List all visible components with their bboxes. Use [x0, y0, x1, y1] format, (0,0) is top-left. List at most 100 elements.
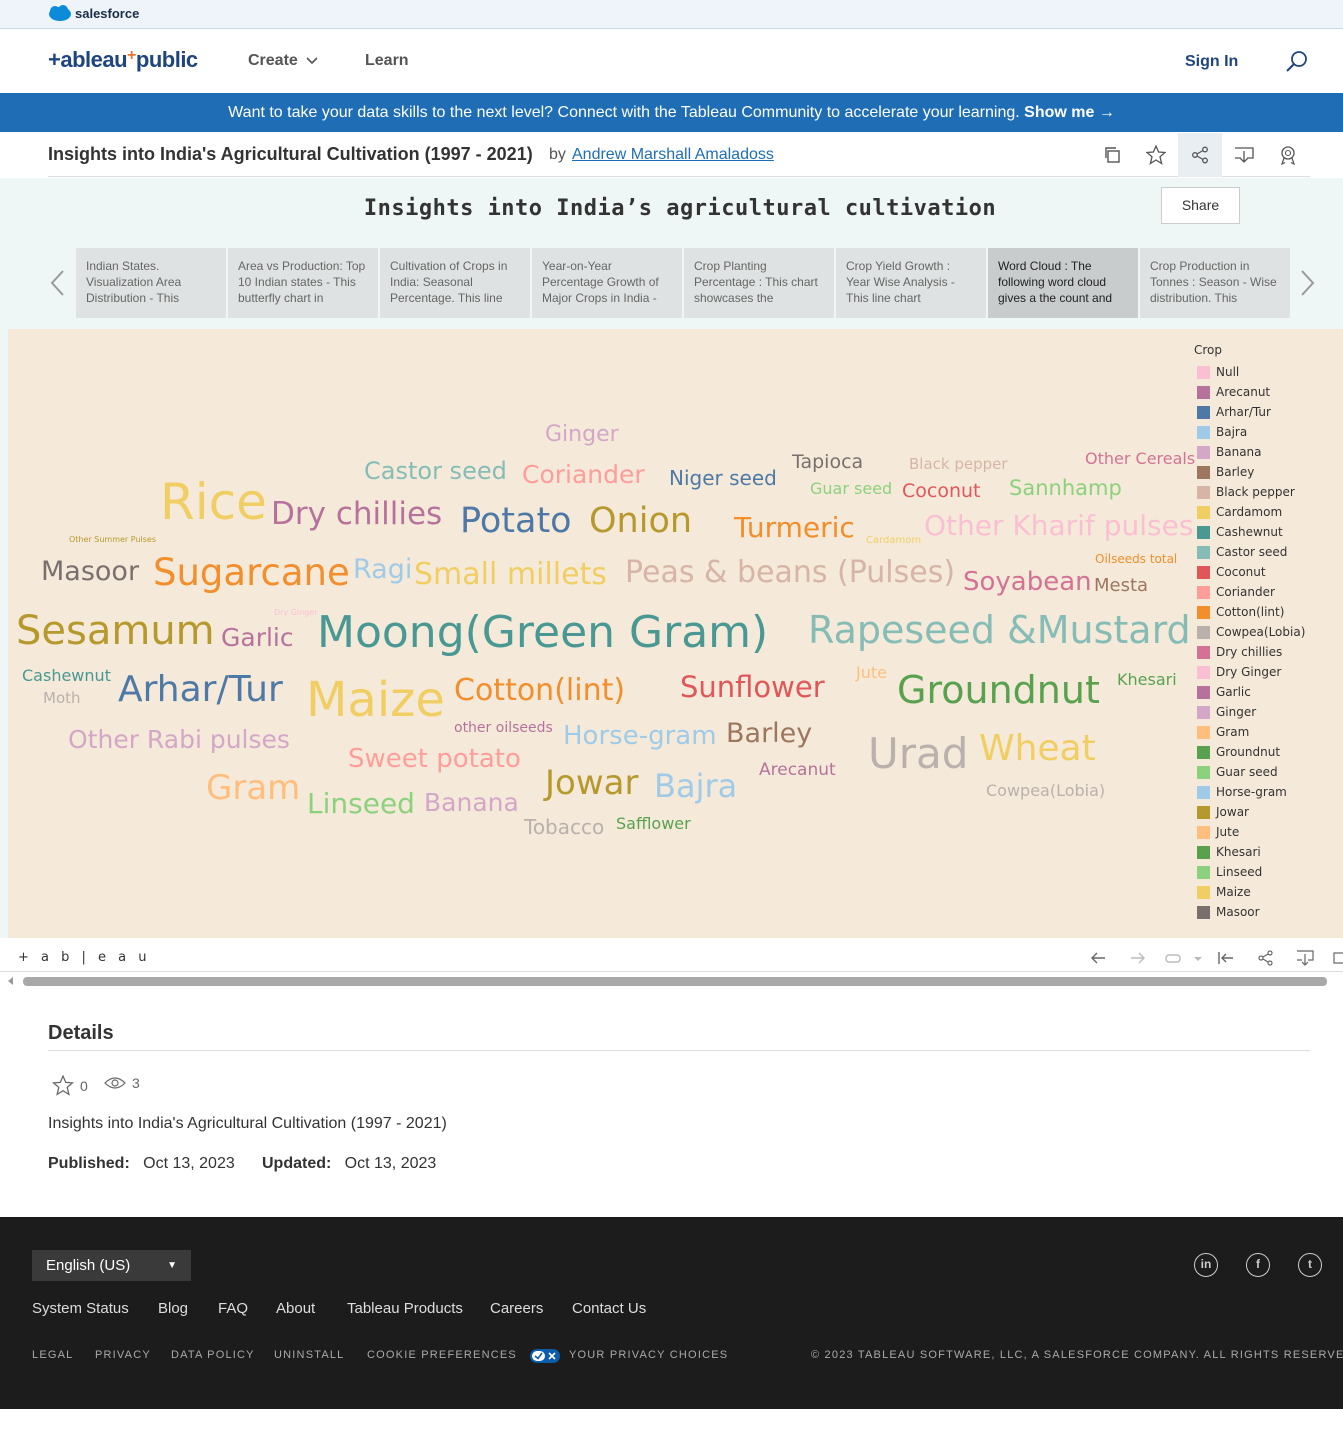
word-cloud-word[interactable]: Garlic: [221, 625, 294, 650]
word-cloud-word[interactable]: Other Cereals: [1085, 451, 1195, 467]
legend-item[interactable]: Barley: [1194, 462, 1343, 482]
word-cloud-word[interactable]: Onion: [589, 504, 692, 539]
word-cloud-word[interactable]: Gram: [206, 771, 300, 805]
nav-learn[interactable]: Learn: [365, 52, 409, 70]
word-cloud-word[interactable]: Sannhamp: [1009, 478, 1122, 499]
legend-item[interactable]: Arhar/Tur: [1194, 402, 1343, 422]
legend-item[interactable]: Khesari: [1194, 842, 1343, 862]
footer-link-blog[interactable]: Blog: [158, 1300, 188, 1317]
undo-icon[interactable]: [1089, 950, 1107, 966]
legend-item[interactable]: Ginger: [1194, 702, 1343, 722]
legend-item[interactable]: Cardamom: [1194, 502, 1343, 522]
word-cloud-word[interactable]: Moth: [43, 691, 81, 706]
story-point[interactable]: Area vs Production: Top 10 Indian states…: [228, 248, 378, 318]
toolbar-download-icon[interactable]: [1296, 950, 1314, 966]
word-cloud-word[interactable]: Sesamum: [16, 611, 215, 651]
word-cloud-word[interactable]: Rice: [160, 477, 267, 527]
legend-item[interactable]: Groundnut: [1194, 742, 1343, 762]
scroll-thumb[interactable]: [23, 977, 1327, 986]
footer-link-tableau-products[interactable]: Tableau Products: [347, 1300, 463, 1317]
horizontal-scrollbar[interactable]: [0, 974, 1343, 988]
legend-item[interactable]: Guar seed: [1194, 762, 1343, 782]
fullscreen-icon[interactable]: [1333, 950, 1343, 966]
word-cloud-word[interactable]: Maize: [306, 676, 445, 724]
privacy-link[interactable]: PRIVACY: [95, 1349, 151, 1361]
privacy-choices-icon[interactable]: [530, 1349, 560, 1363]
linkedin-icon[interactable]: in: [1194, 1253, 1218, 1277]
story-point[interactable]: Word Cloud : The following word cloud gi…: [988, 248, 1138, 318]
word-cloud-word[interactable]: Jute: [856, 665, 887, 681]
privacy-choices-link[interactable]: YOUR PRIVACY CHOICES: [569, 1349, 728, 1361]
tableau-toolbar-logo[interactable]: + a b | e a u: [18, 950, 151, 965]
legend-item[interactable]: Null: [1194, 362, 1343, 382]
word-cloud-word[interactable]: Mesta: [1094, 577, 1148, 595]
legend-item[interactable]: Jute: [1194, 822, 1343, 842]
word-cloud-word[interactable]: Arecanut: [759, 762, 836, 779]
legend-item[interactable]: Arecanut: [1194, 382, 1343, 402]
author-link[interactable]: Andrew Marshall Amaladoss: [572, 146, 774, 164]
reset-icon[interactable]: [1217, 950, 1235, 966]
word-cloud-word[interactable]: Oilseeds total: [1095, 553, 1177, 565]
word-cloud-word[interactable]: Bajra: [654, 770, 737, 802]
word-cloud-word[interactable]: Dry chillies: [271, 499, 442, 530]
word-cloud-word[interactable]: Peas & beans (Pulses): [625, 558, 955, 588]
story-point[interactable]: Year-on-Year Percentage Growth of Major …: [532, 248, 682, 318]
legal-link[interactable]: LEGAL: [32, 1349, 73, 1361]
word-cloud-word[interactable]: Small millets: [414, 560, 607, 590]
word-cloud-word[interactable]: Soyabean: [963, 569, 1092, 595]
word-cloud-word[interactable]: Coconut: [902, 482, 981, 501]
legend-item[interactable]: Coconut: [1194, 562, 1343, 582]
legend-item[interactable]: Banana: [1194, 442, 1343, 462]
word-cloud-word[interactable]: Niger seed: [669, 468, 777, 488]
word-cloud-word[interactable]: Ginger: [545, 424, 619, 446]
banner-show-me-link[interactable]: Show me →: [1024, 104, 1115, 121]
nav-create[interactable]: Create: [248, 52, 318, 70]
legend-item[interactable]: Maize: [1194, 882, 1343, 902]
word-cloud-word[interactable]: Groundnut: [897, 671, 1100, 709]
word-cloud-word[interactable]: Sugarcane: [153, 554, 350, 591]
award-button[interactable]: [1266, 133, 1310, 177]
word-cloud-word[interactable]: Linseed: [307, 790, 415, 818]
twitter-icon[interactable]: t: [1298, 1253, 1322, 1277]
legend-item[interactable]: Cotton(lint): [1194, 602, 1343, 622]
word-cloud-word[interactable]: Safflower: [616, 816, 691, 832]
word-cloud-word[interactable]: Jowar: [545, 766, 638, 800]
word-cloud-word[interactable]: Moong(Green Gram): [317, 611, 768, 655]
toolbar-share-icon[interactable]: [1257, 950, 1275, 966]
word-cloud-word[interactable]: Guar seed: [810, 481, 892, 497]
story-point[interactable]: Crop Yield Growth : Year Wise Analysis -…: [836, 248, 986, 318]
word-cloud-word[interactable]: Cowpea(Lobia): [986, 783, 1105, 799]
word-cloud-word[interactable]: Horse-gram: [563, 723, 717, 749]
word-cloud-word[interactable]: Castor seed: [364, 459, 507, 483]
word-cloud-word[interactable]: Dry Ginger: [274, 609, 318, 617]
share-button[interactable]: [1178, 133, 1222, 177]
language-select[interactable]: English (US) ▼: [32, 1250, 191, 1281]
facebook-icon[interactable]: f: [1246, 1253, 1270, 1277]
word-cloud-word[interactable]: Black pepper: [909, 457, 1008, 472]
search-icon[interactable]: [1285, 49, 1309, 73]
story-point[interactable]: Cultivation of Crops in India: Seasonal …: [380, 248, 530, 318]
download-button[interactable]: [1222, 133, 1266, 177]
story-point[interactable]: Crop Planting Percentage : This chart sh…: [684, 248, 834, 318]
word-cloud-word[interactable]: Other Kharif pulses: [924, 512, 1193, 540]
word-cloud-word[interactable]: Khesari: [1117, 672, 1177, 688]
legend-item[interactable]: Cowpea(Lobia): [1194, 622, 1343, 642]
word-cloud-word[interactable]: Rapeseed &Mustard: [808, 611, 1191, 649]
word-cloud-word[interactable]: Arhar/Tur: [118, 672, 283, 708]
legend-item[interactable]: Castor seed: [1194, 542, 1343, 562]
footer-link-about[interactable]: About: [276, 1300, 315, 1317]
word-cloud-word[interactable]: Cardamom: [866, 536, 921, 546]
cookie-preferences-link[interactable]: COOKIE PREFERENCES: [367, 1349, 517, 1361]
word-cloud-word[interactable]: Sunflower: [680, 673, 825, 702]
uninstall-link[interactable]: UNINSTALL: [274, 1349, 345, 1361]
revert-dropdown-icon[interactable]: [1192, 950, 1204, 966]
data-policy-link[interactable]: DATA POLICY: [171, 1349, 255, 1361]
word-cloud-word[interactable]: Other Summer Pulses: [69, 536, 156, 544]
salesforce-cloud-icon[interactable]: [48, 5, 72, 22]
word-cloud-word[interactable]: other oilseeds: [454, 721, 553, 735]
favorite-button[interactable]: [1134, 133, 1178, 177]
word-cloud-word[interactable]: Tobacco: [524, 817, 604, 837]
word-cloud-word[interactable]: Urad: [868, 733, 968, 775]
legend-item[interactable]: Dry Ginger: [1194, 662, 1343, 682]
legend-item[interactable]: Masoor: [1194, 902, 1343, 922]
